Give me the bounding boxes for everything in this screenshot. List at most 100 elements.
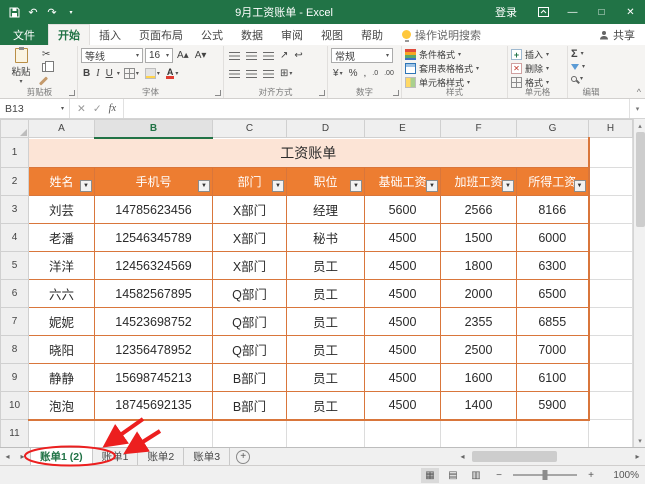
cell-F9[interactable]: 1600 [441,364,517,392]
underline-button[interactable]: U [104,67,115,81]
cell-A4[interactable]: 老潘 [29,224,95,252]
insert-function-button[interactable]: fx [109,103,117,114]
cell-C8[interactable]: Q部门 [213,336,287,364]
filter-button[interactable]: ▼ [350,180,362,192]
accounting-format-button[interactable]: ¥▾ [331,67,345,81]
collapse-ribbon-button[interactable]: ^ [637,87,641,97]
cell-F6[interactable]: 2000 [441,280,517,308]
column-header-C[interactable]: C [213,120,287,138]
cell-A3[interactable]: 刘芸 [29,196,95,224]
format-as-table-button[interactable]: 套用表格格式▾ [405,62,504,75]
row-header-3[interactable]: 3 [1,196,29,224]
cell-A6[interactable]: 六六 [29,280,95,308]
cell-G10[interactable]: 5900 [517,392,589,420]
insert-cells-button[interactable]: +插入▾ [511,48,564,61]
cell-B9[interactable]: 15698745213 [95,364,213,392]
minimize-button[interactable]: — [558,0,587,24]
font-name-select[interactable]: 等线▾ [81,48,143,63]
cell-H4[interactable] [589,224,633,252]
align-middle-button[interactable] [244,49,259,63]
filter-button[interactable]: ▼ [272,180,284,192]
table-header-1[interactable]: 手机号▼ [95,168,213,196]
cell-B11[interactable] [95,420,213,448]
cell-C7[interactable]: Q部门 [213,308,287,336]
table-header-4[interactable]: 基础工资▼ [365,168,441,196]
cell-B10[interactable]: 18745692135 [95,392,213,420]
ribbon-tab-file[interactable]: 文件 [0,24,48,45]
save-button[interactable] [8,7,20,18]
cell-E10[interactable]: 4500 [365,392,441,420]
expand-formula-bar-button[interactable]: ▾ [629,99,645,118]
cell-F7[interactable]: 2355 [441,308,517,336]
scroll-down-button[interactable]: ▾ [634,434,645,447]
row-header-10[interactable]: 10 [1,392,29,420]
zoom-in-button[interactable]: + [582,468,600,483]
alignment-dialog-launcher[interactable] [319,90,325,96]
table-header-3[interactable]: 职位▼ [287,168,365,196]
paste-button[interactable]: 粘贴 ▾ [5,47,37,86]
autosum-button[interactable]: Σ▾ [571,48,611,60]
cell-E4[interactable]: 4500 [365,224,441,252]
ribbon-tab-review[interactable]: 审阅 [272,24,312,45]
normal-view-button[interactable]: ▦ [421,468,439,483]
conditional-formatting-button[interactable]: 条件格式▾ [405,48,504,61]
column-header-A[interactable]: A [29,120,95,138]
cell-F11[interactable] [441,420,517,448]
shrink-font-button[interactable]: A▾ [193,49,209,63]
cell-E5[interactable]: 4500 [365,252,441,280]
cell-C3[interactable]: X部门 [213,196,287,224]
undo-button[interactable]: ↶ [27,6,39,19]
italic-button[interactable]: I [94,67,101,81]
cell-G5[interactable]: 6300 [517,252,589,280]
cancel-formula-button[interactable]: ✕ [77,103,86,115]
zoom-slider-thumb[interactable] [543,470,548,480]
cell-A10[interactable]: 泡泡 [29,392,95,420]
merge-center-button[interactable]: ⊞▾ [278,67,294,81]
cell-A9[interactable]: 静静 [29,364,95,392]
column-header-H[interactable]: H [589,120,633,138]
sheet-scroll-right-button[interactable]: ▸ [15,448,30,465]
cell-B8[interactable]: 12356478952 [95,336,213,364]
filter-button[interactable]: ▼ [80,180,92,192]
cell-H3[interactable] [589,196,633,224]
font-dialog-launcher[interactable] [215,90,221,96]
close-button[interactable]: ✕ [616,0,645,24]
cell-H9[interactable] [589,364,633,392]
cell-G3[interactable]: 8166 [517,196,589,224]
row-header-4[interactable]: 4 [1,224,29,252]
table-header-0[interactable]: 姓名▼ [29,168,95,196]
cell-E11[interactable] [365,420,441,448]
cell-D11[interactable] [287,420,365,448]
cell-A11[interactable] [29,420,95,448]
font-size-select[interactable]: 16▾ [145,48,173,63]
cell-D6[interactable]: 员工 [287,280,365,308]
cell-A5[interactable]: 洋洋 [29,252,95,280]
cell-H10[interactable] [589,392,633,420]
table-header-5[interactable]: 加班工资▼ [441,168,517,196]
cell-B6[interactable]: 14582567895 [95,280,213,308]
row-header-8[interactable]: 8 [1,336,29,364]
find-select-button[interactable]: ▾ [571,74,611,86]
cell-D7[interactable]: 员工 [287,308,365,336]
filter-button[interactable]: ▼ [198,180,210,192]
cell-G6[interactable]: 6500 [517,280,589,308]
cell-E6[interactable]: 4500 [365,280,441,308]
cell-B5[interactable]: 12456324569 [95,252,213,280]
zoom-slider[interactable] [513,474,577,476]
cell-H1[interactable] [589,138,633,168]
cell-D10[interactable]: 员工 [287,392,365,420]
horizontal-scrollbar[interactable]: ◂ ▸ [455,448,645,465]
cell-D8[interactable]: 员工 [287,336,365,364]
bold-button[interactable]: B [81,67,92,81]
cell-C9[interactable]: B部门 [213,364,287,392]
cell-H6[interactable] [589,280,633,308]
ribbon-tab-view[interactable]: 视图 [312,24,352,45]
hscroll-left-button[interactable]: ◂ [455,452,470,461]
column-header-G[interactable]: G [517,120,589,138]
tell-me-search[interactable]: 操作说明搜索 [392,24,491,45]
cell-D3[interactable]: 经理 [287,196,365,224]
font-color-button[interactable]: A▾ [164,67,181,81]
align-right-button[interactable] [261,67,276,81]
cell-G8[interactable]: 7000 [517,336,589,364]
sheet-tab-1[interactable]: 账单1 (2) [30,448,93,465]
